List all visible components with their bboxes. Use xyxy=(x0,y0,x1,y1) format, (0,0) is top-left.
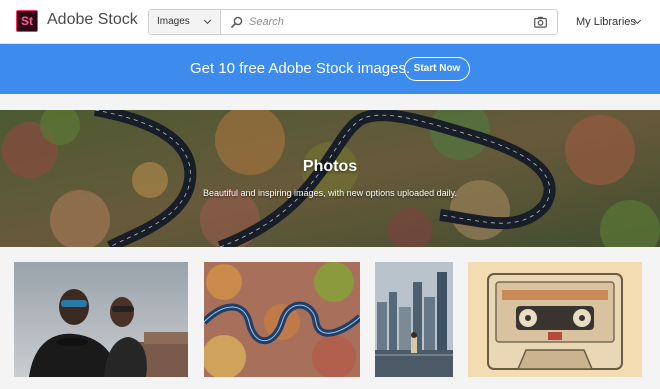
hero-banner[interactable]: Photos Beautiful and inspiring images, w… xyxy=(0,110,660,247)
logo-text[interactable]: Adobe Stock xyxy=(47,11,138,29)
start-now-button[interactable]: Start Now xyxy=(404,57,470,81)
hero-title: Photos xyxy=(302,158,358,175)
search-bar: Images xyxy=(148,9,558,35)
top-bar: St Adobe Stock Images My Libraries xyxy=(0,0,660,44)
search-input[interactable] xyxy=(249,13,519,31)
thumbnail-cassette-photo[interactable] xyxy=(468,262,642,377)
people-photo-image xyxy=(14,262,188,377)
city-photo-image xyxy=(375,262,453,377)
promo-banner: Get 10 free Adobe Stock images. Start No… xyxy=(0,44,660,94)
chevron-down-icon xyxy=(203,16,212,25)
thumbnail-road-photo[interactable] xyxy=(204,262,360,377)
search-type-label: Images xyxy=(157,16,190,27)
search-type-dropdown[interactable]: Images xyxy=(149,10,221,34)
adobe-stock-logo-icon[interactable]: St xyxy=(16,10,38,32)
road-photo-image xyxy=(204,262,360,377)
hero-subtitle: Beautiful and inspiring images, with new… xyxy=(203,188,457,198)
thumbnail-city-photo[interactable] xyxy=(375,262,453,377)
search-icon xyxy=(231,16,243,28)
hero-aerial-road-image xyxy=(0,110,660,247)
cassette-photo-image xyxy=(468,262,642,377)
my-libraries-menu[interactable]: My Libraries xyxy=(576,16,636,28)
camera-icon[interactable] xyxy=(534,16,547,28)
thumbnail-people-photo[interactable] xyxy=(14,262,188,377)
promo-text: Get 10 free Adobe Stock images. xyxy=(190,60,411,77)
